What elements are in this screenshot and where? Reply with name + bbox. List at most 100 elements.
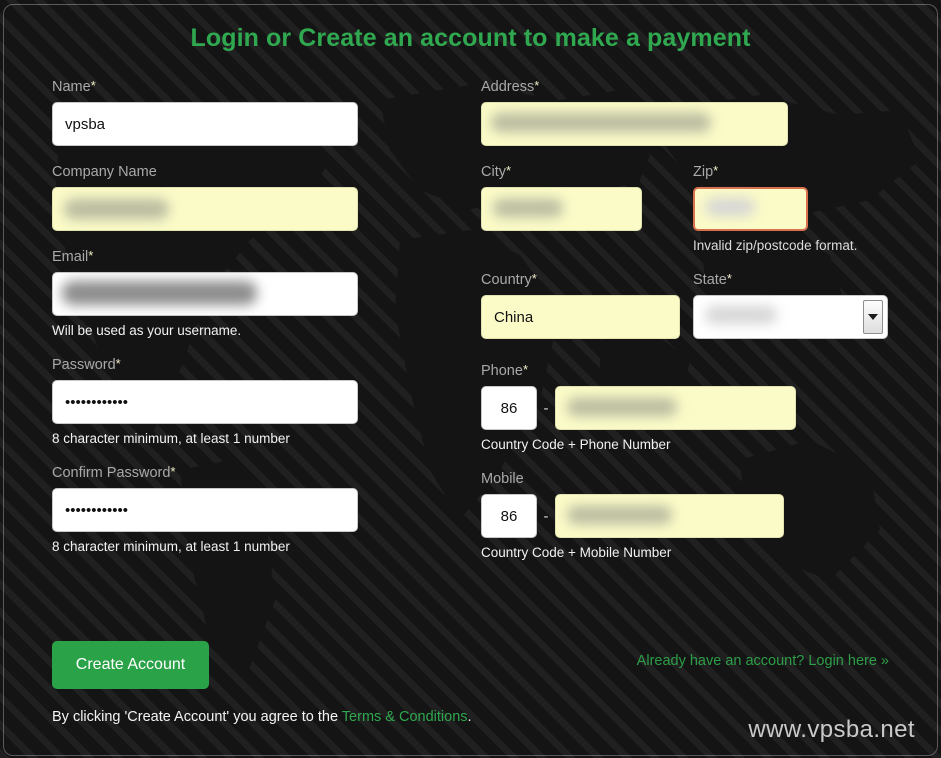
phone-separator: - (543, 399, 549, 417)
input-wrap-state (693, 295, 888, 339)
required-marker: * (531, 271, 537, 286)
label-company-name-text: Company Name (52, 164, 157, 180)
terms-prefix-text: By clicking 'Create Account' you agree t… (52, 709, 342, 725)
country-input[interactable] (481, 295, 680, 339)
field-company-name: Company Name (52, 164, 358, 231)
error-zip: Invalid zip/postcode format. (693, 238, 858, 253)
address-input[interactable] (481, 102, 788, 146)
input-wrap-mobile-number (555, 494, 784, 538)
label-password: Password* (52, 357, 358, 374)
label-phone: Phone* (481, 363, 888, 380)
login-here-link[interactable]: Already have an account? Login here » (637, 653, 889, 669)
field-email: Email* Will be used as your username. (52, 249, 358, 339)
row-country-state: Country* State* (481, 272, 888, 339)
form-column-right: Address* City* Zip* Invalid zip/postcode… (481, 79, 888, 561)
chevron-down-icon[interactable] (863, 300, 883, 334)
required-marker: * (90, 78, 96, 93)
password-input[interactable] (52, 380, 358, 424)
label-name-text: Name (52, 79, 91, 95)
mobile-separator: - (543, 507, 549, 525)
terms-and-conditions-link[interactable]: Terms & Conditions (342, 709, 468, 725)
label-country-text: Country (481, 272, 532, 288)
help-confirm-password: 8 character minimum, at least 1 number (52, 539, 290, 554)
label-name: Name* (52, 79, 358, 96)
mobile-number-input[interactable] (555, 494, 784, 538)
label-city: City* (481, 164, 642, 181)
label-phone-text: Phone (481, 363, 523, 379)
page-title: Login or Create an account to make a pay… (190, 24, 751, 52)
form-column-left: Name* Company Name (52, 79, 358, 555)
phone-row: 86 - (481, 386, 796, 430)
field-state: State* (693, 272, 888, 339)
label-zip-text: Zip (693, 164, 714, 180)
help-email: Will be used as your username. (52, 323, 242, 338)
required-marker: * (505, 163, 512, 178)
input-wrap-zip (693, 187, 808, 231)
label-email-text: Email (52, 249, 89, 265)
input-wrap-name (52, 102, 358, 146)
help-password: 8 character minimum, at least 1 number (52, 431, 290, 446)
zip-input[interactable] (693, 187, 808, 231)
required-marker: * (170, 464, 176, 479)
create-account-button[interactable]: Create Account (52, 641, 209, 689)
required-marker: * (88, 248, 94, 263)
required-marker: * (534, 78, 540, 93)
label-zip: Zip* (693, 164, 888, 181)
mobile-row: 86 - (481, 494, 784, 538)
input-wrap-password (52, 380, 358, 424)
required-marker: * (726, 271, 732, 286)
signup-page: Login or Create an account to make a pay… (0, 0, 941, 758)
input-wrap-company-name (52, 187, 358, 231)
input-wrap-phone-number (555, 386, 796, 430)
label-password-text: Password (52, 357, 116, 373)
help-mobile: Country Code + Mobile Number (481, 545, 672, 560)
label-email: Email* (52, 249, 358, 266)
input-wrap-email (52, 272, 358, 316)
help-phone: Country Code + Phone Number (481, 437, 671, 452)
field-phone: Phone* 86 - Country Code + Phone Number (481, 363, 888, 453)
label-country: Country* (481, 272, 680, 289)
terms-suffix-text: . (467, 709, 472, 725)
label-city-text: City (481, 164, 506, 180)
label-state-text: State (693, 272, 727, 288)
terms-agreement-line: By clicking 'Create Account' you agree t… (52, 709, 472, 725)
label-address-text: Address (481, 79, 535, 95)
field-zip: Zip* Invalid zip/postcode format. (693, 164, 888, 254)
required-marker: * (115, 356, 121, 371)
phone-number-input[interactable] (555, 386, 796, 430)
row-city-zip: City* Zip* Invalid zip/postcode format. (481, 164, 888, 254)
confirm-password-input[interactable] (52, 488, 358, 532)
city-input[interactable] (481, 187, 642, 231)
label-mobile: Mobile (481, 471, 888, 488)
input-wrap-city (481, 187, 642, 231)
email-input[interactable] (52, 272, 358, 316)
required-marker: * (713, 163, 719, 178)
field-country: Country* (481, 272, 680, 339)
label-address: Address* (481, 79, 888, 96)
field-confirm-password: Confirm Password* 8 character minimum, a… (52, 465, 358, 555)
label-confirm-password-text: Confirm Password (52, 465, 171, 481)
label-confirm-password: Confirm Password* (52, 465, 358, 482)
company-name-input[interactable] (52, 187, 358, 231)
mobile-country-code-input[interactable]: 86 (481, 494, 537, 538)
label-state: State* (693, 272, 888, 289)
state-select[interactable] (693, 295, 888, 339)
field-city: City* (481, 164, 642, 254)
name-input[interactable] (52, 102, 358, 146)
label-mobile-text: Mobile (481, 471, 524, 487)
phone-country-code-input[interactable]: 86 (481, 386, 537, 430)
site-watermark: www.vpsba.net (748, 716, 915, 743)
label-company-name: Company Name (52, 164, 358, 181)
field-address: Address* (481, 79, 888, 146)
input-wrap-country (481, 295, 680, 339)
